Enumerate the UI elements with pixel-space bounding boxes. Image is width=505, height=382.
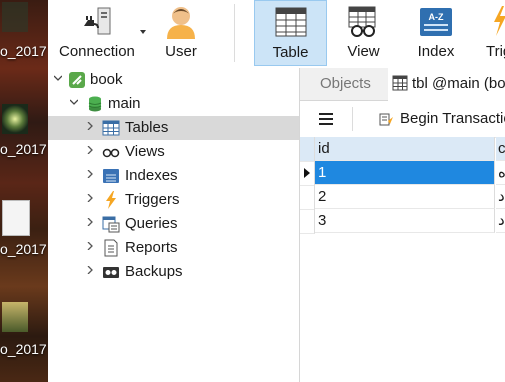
desktop-file-label[interactable]: o_2017 — [0, 341, 47, 357]
tree-item-backups[interactable]: Backups — [48, 260, 299, 284]
database-icon — [88, 96, 102, 112]
views-icon — [102, 148, 120, 158]
tree-connection-book[interactable]: book — [48, 68, 299, 92]
chevron-right-icon[interactable] — [86, 122, 94, 130]
tree-item-tables[interactable]: Tables — [48, 116, 299, 140]
tree-item-label: Reports — [125, 239, 178, 256]
desktop-document-icon[interactable] — [2, 200, 30, 236]
column-header-c[interactable]: c — [496, 137, 505, 161]
row-indicator[interactable] — [300, 161, 315, 186]
index-icon: A-Z — [420, 8, 452, 36]
desktop-background: o_2017 o_2017 o_2017 o_2017 — [0, 0, 48, 382]
grid-header-row: id c — [300, 137, 505, 162]
grid-cell-c[interactable]: د — [496, 209, 505, 233]
view-label: View — [347, 43, 380, 60]
table-icon — [275, 7, 307, 37]
chevron-down-icon[interactable] — [54, 74, 62, 82]
menu-icon[interactable] — [319, 112, 333, 126]
tree-item-views[interactable]: Views — [48, 140, 299, 164]
grid-cell-id[interactable]: 1 — [315, 161, 495, 185]
desktop-file-label[interactable]: o_2017 — [0, 43, 47, 59]
tree-item-label: Indexes — [125, 167, 178, 184]
trigger-label: Trig — [486, 43, 505, 60]
begin-transaction-button[interactable]: Begin Transactio — [378, 107, 505, 131]
chevron-right-icon[interactable] — [86, 266, 94, 274]
row-indicator[interactable] — [300, 185, 315, 210]
triggers-icon — [106, 191, 116, 209]
grid-cell-c[interactable]: ه — [496, 161, 505, 185]
tree-item-label: Queries — [125, 215, 178, 232]
user-button[interactable]: User — [156, 0, 206, 66]
indexes-icon — [103, 169, 119, 183]
tree-item-label: Views — [125, 143, 165, 160]
tree-database-label: main — [108, 95, 141, 112]
connection-label: Connection — [59, 43, 135, 60]
user-icon — [167, 7, 195, 39]
data-toolbar: Begin Transactio — [300, 101, 505, 138]
tab-table-label: tbl @main (bo — [412, 75, 505, 92]
grid-cell-id[interactable]: 2 — [315, 185, 495, 209]
current-row-arrow-icon — [304, 168, 310, 178]
chevron-right-icon[interactable] — [86, 146, 94, 154]
grid-cell-id[interactable]: 3 — [315, 209, 495, 233]
backups-icon — [103, 267, 119, 278]
tab-bar: Objects tbl @main (bo — [300, 68, 505, 101]
reports-icon — [104, 239, 118, 257]
tree-item-queries[interactable]: Queries — [48, 212, 299, 236]
table-row[interactable]: 1 ه — [300, 161, 505, 186]
view-button[interactable]: View — [336, 0, 391, 66]
content-pane: Objects tbl @main (bo Begin Transactio i… — [300, 68, 505, 382]
tab-objects[interactable]: Objects — [320, 68, 371, 100]
desktop-file-icon[interactable] — [2, 104, 28, 134]
row-indicator[interactable] — [300, 209, 315, 234]
chevron-right-icon[interactable] — [86, 218, 94, 226]
transaction-icon — [379, 113, 393, 126]
tree-item-label: Backups — [125, 263, 183, 280]
grid-cell-c[interactable]: د — [496, 185, 505, 209]
index-button[interactable]: A-Z Index — [408, 0, 464, 66]
index-label: Index — [417, 43, 455, 60]
desktop-file-icon[interactable] — [2, 2, 28, 32]
chevron-right-icon[interactable] — [86, 242, 94, 250]
table-icon — [392, 75, 408, 91]
tables-icon — [102, 120, 120, 136]
tree-item-triggers[interactable]: Triggers — [48, 188, 299, 212]
desktop-file-label[interactable]: o_2017 — [0, 141, 47, 157]
chevron-down-icon[interactable] — [140, 30, 146, 34]
tree-database-main[interactable]: main — [48, 92, 299, 116]
chevron-down-icon[interactable] — [70, 98, 78, 106]
object-tree: book main Tables Views Indexes Triggers … — [48, 68, 300, 382]
begin-transaction-label: Begin Transactio — [400, 110, 505, 127]
user-label: User — [165, 43, 197, 60]
tree-item-indexes[interactable]: Indexes — [48, 164, 299, 188]
tree-connection-label: book — [90, 71, 123, 88]
toolbar-separator — [234, 4, 235, 62]
table-label: Table — [272, 44, 309, 61]
chevron-right-icon[interactable] — [86, 194, 94, 202]
tab-table-data[interactable]: tbl @main (bo — [388, 68, 505, 101]
connection-icon — [84, 7, 111, 35]
table-row[interactable]: 2 د — [300, 185, 505, 210]
desktop-file-label[interactable]: o_2017 — [0, 241, 47, 257]
row-indicator-header — [300, 137, 315, 162]
column-header-id[interactable]: id — [315, 137, 495, 161]
connection-button[interactable]: Connection — [54, 0, 148, 66]
main-toolbar: Connection User Table View A-Z Index Tri — [48, 0, 505, 69]
trigger-button[interactable]: Trig — [482, 0, 505, 66]
chevron-right-icon[interactable] — [86, 170, 94, 178]
sqlite-connection-icon — [69, 72, 85, 88]
tree-item-label: Triggers — [125, 191, 180, 208]
toolbar-separator — [352, 107, 353, 131]
table-button[interactable]: Table — [254, 0, 327, 66]
view-icon — [348, 6, 376, 37]
table-row[interactable]: 3 د — [300, 209, 505, 234]
queries-icon — [102, 216, 120, 233]
tree-item-label: Tables — [125, 119, 169, 136]
tree-item-reports[interactable]: Reports — [48, 236, 299, 260]
trigger-icon — [494, 6, 505, 36]
index-icon-text: A-Z — [428, 12, 444, 22]
desktop-image-icon[interactable] — [2, 302, 28, 332]
